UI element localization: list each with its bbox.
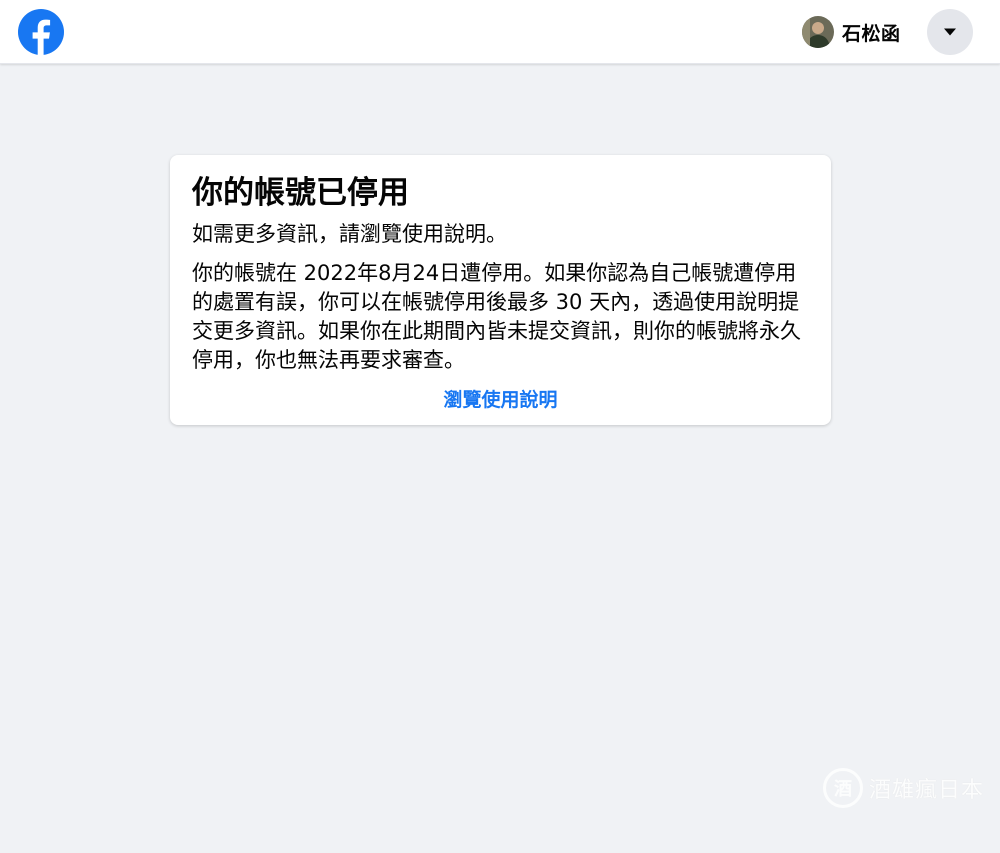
help-center-link[interactable]: 瀏覽使用說明 [192,385,809,412]
card-title: 你的帳號已停用 [192,175,409,211]
top-bar: 石松函 [0,0,1000,64]
watermark-badge: 酒 [823,768,863,808]
user-avatar [802,16,834,48]
account-menu-button[interactable] [927,9,973,55]
watermark-text: 酒雄瘋日本 [869,778,985,803]
card-subtitle: 如需更多資訊，請瀏覽使用說明。 [192,222,507,246]
caret-down-icon [944,28,956,36]
facebook-logo-icon[interactable] [18,9,64,55]
watermark: 酒 酒雄瘋日本 [823,768,984,808]
profile-name: 石松函 [842,22,901,45]
profile-button[interactable]: 石松函 [802,15,901,49]
account-disabled-card: 你的帳號已停用 如需更多資訊，請瀏覽使用說明。 你的帳號在 2022年8月24日… [170,155,831,425]
card-body-text: 你的帳號在 2022年8月24日遭停用。如果你認為自己帳號遭停用的處置有誤，你可… [192,261,801,372]
